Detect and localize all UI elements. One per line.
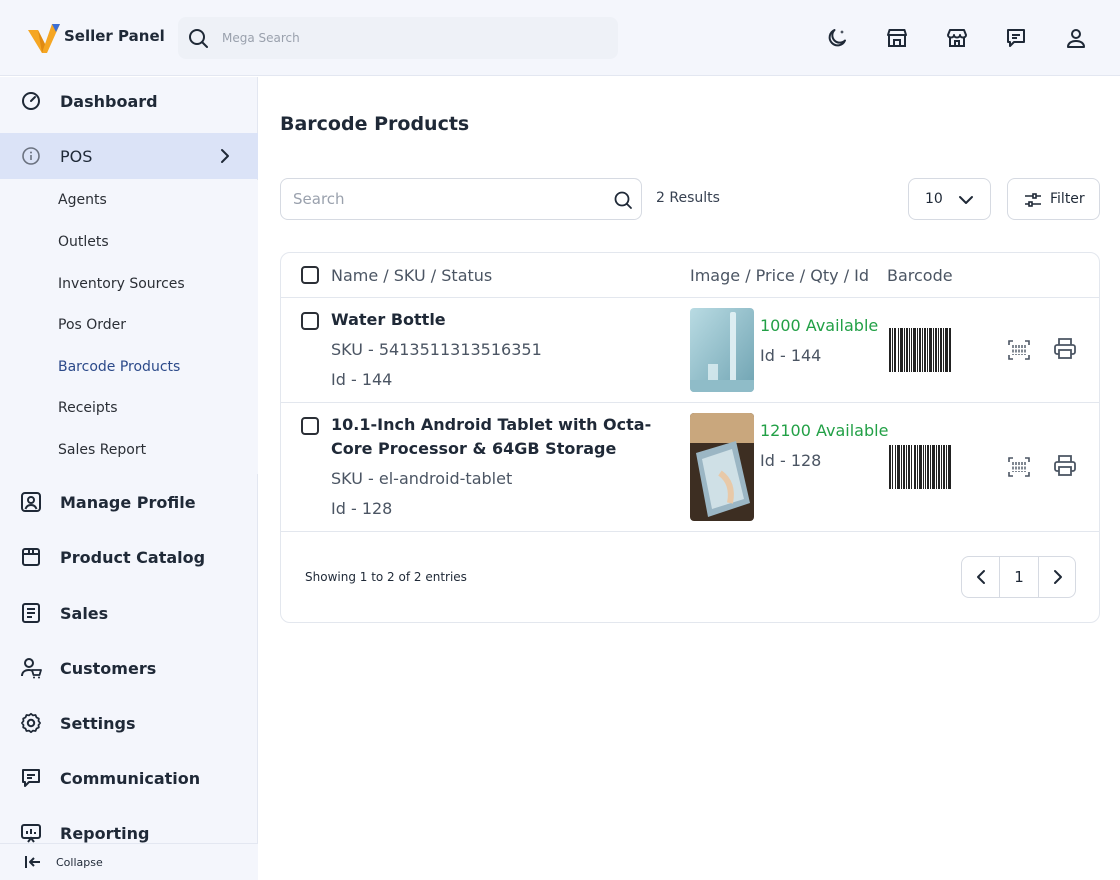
- chevron-right-icon: [221, 149, 229, 163]
- logo-icon: [28, 24, 60, 53]
- sidebar-item-label: Manage Profile: [60, 493, 196, 512]
- sidebar-item-label: Reporting: [60, 824, 150, 843]
- search-icon[interactable]: [613, 190, 633, 210]
- table-row: Water Bottle SKU - 5413511313516351 Id -…: [281, 298, 1099, 403]
- collapse-icon: [25, 856, 40, 868]
- profile-icon: [21, 492, 41, 512]
- mega-search[interactable]: [178, 17, 618, 59]
- available-qty: 1000 Available: [760, 316, 879, 335]
- message-icon: [22, 769, 40, 787]
- sidebar-item-label: Communication: [60, 769, 201, 788]
- sidebar-item-pos[interactable]: POS: [0, 133, 258, 179]
- brand-name: Seller Panel: [64, 27, 165, 45]
- pagination: 1: [961, 556, 1076, 598]
- customers-icon: [21, 658, 42, 679]
- sidebar-item-dashboard[interactable]: Dashboard: [0, 78, 258, 124]
- product-id: Id - 144: [331, 370, 393, 389]
- sidebar-item-label: Dashboard: [60, 92, 158, 111]
- search-icon: [189, 29, 208, 48]
- barcode-image: [889, 328, 951, 372]
- product-sku: SKU - 5413511313516351: [331, 340, 542, 359]
- sidebar-item-product-catalog[interactable]: Product Catalog: [0, 534, 258, 580]
- prev-page-button[interactable]: [962, 557, 999, 597]
- dashboard-icon: [22, 92, 40, 110]
- mega-search-input[interactable]: [222, 28, 602, 48]
- chevron-right-icon: [1054, 570, 1062, 584]
- collapse-button[interactable]: Collapse: [0, 843, 258, 880]
- submenu-item-receipts[interactable]: Receipts: [58, 400, 118, 416]
- table-row: 10.1-Inch Android Tablet with Octa-Core …: [281, 403, 1099, 532]
- next-page-button[interactable]: [1039, 557, 1076, 597]
- pos-submenu: Agents Outlets Inventory Sources Pos Ord…: [0, 180, 258, 474]
- chevron-down-icon: [959, 196, 973, 204]
- report-icon: [21, 824, 41, 843]
- product-name[interactable]: 10.1-Inch Android Tablet with Octa-Core …: [331, 413, 671, 461]
- search-input[interactable]: [293, 189, 593, 209]
- collapse-label: Collapse: [56, 856, 103, 869]
- product-search[interactable]: [280, 178, 642, 220]
- submenu-item-sales-report[interactable]: Sales Report: [58, 442, 146, 458]
- results-count: 2 Results: [656, 190, 720, 206]
- page-size-value: 10: [925, 191, 943, 207]
- product-image: [690, 308, 754, 392]
- row-checkbox[interactable]: [301, 312, 319, 330]
- page-size-select[interactable]: 10: [908, 178, 991, 220]
- sidebar-item-communication[interactable]: Communication: [0, 755, 258, 801]
- submenu-item-pos-order[interactable]: Pos Order: [58, 317, 126, 333]
- sidebar-item-label: Sales: [60, 604, 109, 623]
- page-title: Barcode Products: [280, 113, 470, 135]
- message-icon[interactable]: [1004, 26, 1028, 50]
- product-id: Id - 128: [331, 499, 393, 518]
- column-header-name: Name / SKU / Status: [331, 266, 493, 285]
- filter-button[interactable]: Filter: [1007, 178, 1100, 220]
- showing-entries: Showing 1 to 2 of 2 entries: [305, 570, 467, 584]
- scan-barcode-icon[interactable]: [1007, 338, 1031, 362]
- sidebar-item-manage-profile[interactable]: Manage Profile: [0, 479, 258, 525]
- chevron-left-icon: [977, 570, 985, 584]
- page-number-button[interactable]: 1: [999, 557, 1039, 597]
- product-sku: SKU - el-android-tablet: [331, 469, 513, 488]
- filter-icon: [1025, 193, 1041, 207]
- select-all-checkbox[interactable]: [301, 266, 319, 284]
- sidebar-item-label: Product Catalog: [60, 548, 206, 567]
- print-icon[interactable]: [1053, 453, 1077, 477]
- qty-id: Id - 128: [760, 451, 822, 470]
- user-icon[interactable]: [1064, 26, 1088, 50]
- product-name[interactable]: Water Bottle: [331, 308, 671, 332]
- product-image: [690, 413, 754, 521]
- column-header-barcode: Barcode: [887, 266, 953, 285]
- submenu-item-inventory-sources[interactable]: Inventory Sources: [58, 276, 185, 292]
- sidebar-item-settings[interactable]: Settings: [0, 700, 258, 746]
- sidebar: Dashboard POS Agents Outlets Inventory S…: [0, 77, 258, 880]
- catalog-icon: [22, 548, 40, 566]
- row-checkbox[interactable]: [301, 417, 319, 435]
- barcode-image: [889, 445, 951, 489]
- column-header-image: Image / Price / Qty / Id: [690, 266, 870, 285]
- gear-icon: [21, 712, 41, 734]
- sidebar-item-label: Settings: [60, 714, 136, 733]
- info-icon: [22, 147, 40, 165]
- available-qty: 12100 Available: [760, 421, 889, 440]
- submenu-item-agents[interactable]: Agents: [58, 192, 107, 208]
- store-icon[interactable]: [885, 26, 909, 50]
- scan-barcode-icon[interactable]: [1007, 455, 1031, 479]
- shop-icon[interactable]: [945, 26, 969, 50]
- filter-label: Filter: [1050, 191, 1085, 207]
- products-table: Name / SKU / Status Image / Price / Qty …: [280, 252, 1100, 623]
- qty-id: Id - 144: [760, 346, 822, 365]
- submenu-item-outlets[interactable]: Outlets: [58, 234, 109, 250]
- sidebar-item-customers[interactable]: Customers: [0, 645, 258, 691]
- submenu-item-barcode-products[interactable]: Barcode Products: [58, 359, 180, 375]
- sidebar-item-label: Customers: [60, 659, 157, 678]
- sidebar-item-sales[interactable]: Sales: [0, 590, 258, 636]
- sales-icon: [22, 603, 40, 623]
- moon-icon[interactable]: [825, 26, 849, 50]
- sidebar-item-label: POS: [60, 147, 93, 166]
- table-header: Name / SKU / Status Image / Price / Qty …: [281, 253, 1099, 298]
- top-bar: Seller Panel: [0, 0, 1120, 76]
- print-icon[interactable]: [1053, 336, 1077, 360]
